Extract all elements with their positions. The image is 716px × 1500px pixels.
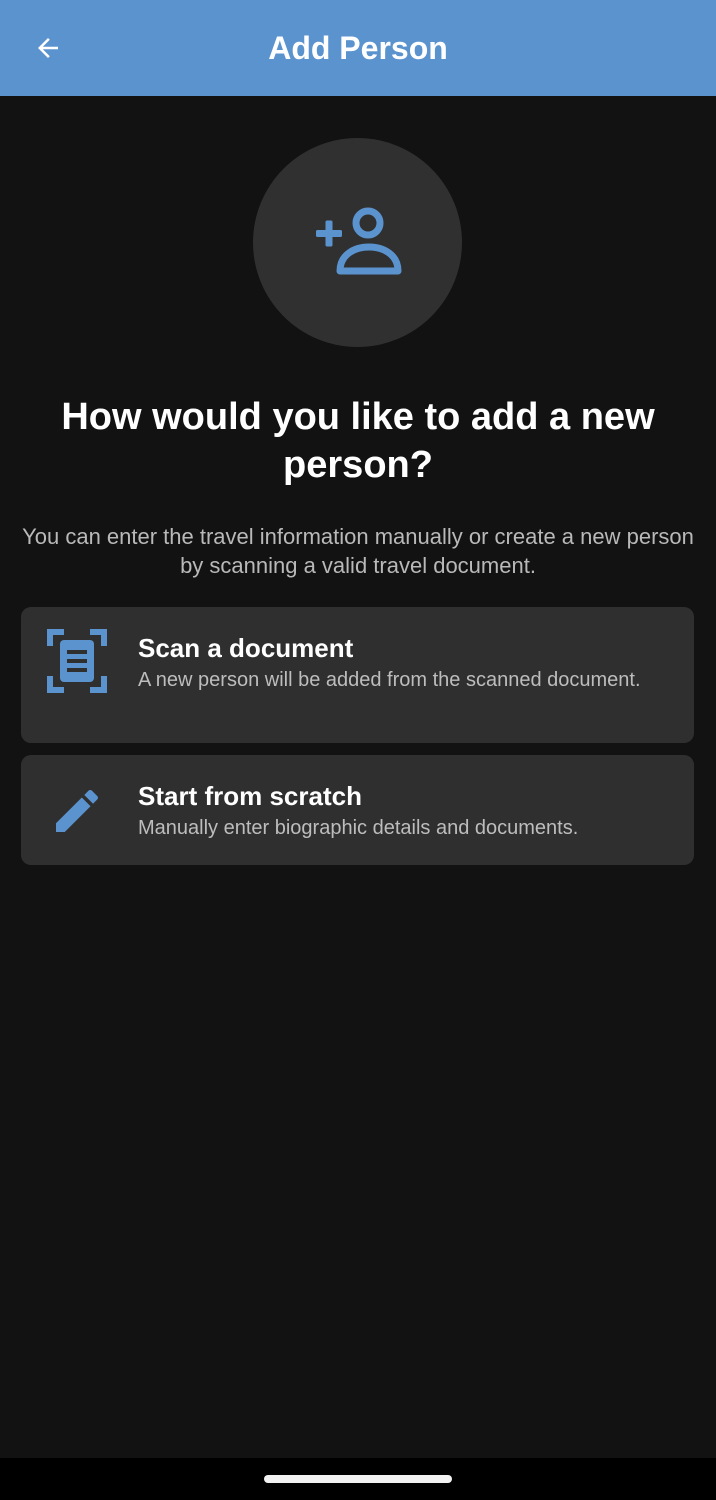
person-add-icon [315, 207, 401, 274]
headline: How would you like to add a new person? [61, 396, 655, 486]
option-title: Scan a document [138, 633, 354, 663]
system-nav-bar [0, 1458, 716, 1500]
subtitle: You can enter the travel information man… [22, 524, 694, 578]
card-text: Scan a document A new person will be add… [138, 631, 664, 694]
option-description: A new person will be added from the scan… [138, 669, 641, 691]
document-scan-icon [47, 629, 107, 693]
page-title: Add Person [268, 30, 448, 66]
card-text: Start from scratch Manually enter biogra… [138, 779, 664, 842]
start-from-scratch-option[interactable]: Start from scratch Manually enter biogra… [21, 755, 694, 865]
home-indicator[interactable] [264, 1475, 452, 1483]
card-icon-wrapper [47, 781, 107, 841]
scan-document-option[interactable]: Scan a document A new person will be add… [21, 607, 694, 743]
arrow-left-icon [38, 38, 58, 58]
pencil-icon [56, 789, 99, 832]
app-bar: Add Person [0, 0, 716, 96]
hero-avatar [253, 138, 462, 347]
card-icon-wrapper [47, 629, 107, 693]
back-button[interactable] [24, 24, 72, 72]
option-title: Start from scratch [138, 781, 362, 811]
option-description: Manually enter biographic details and do… [138, 817, 579, 839]
